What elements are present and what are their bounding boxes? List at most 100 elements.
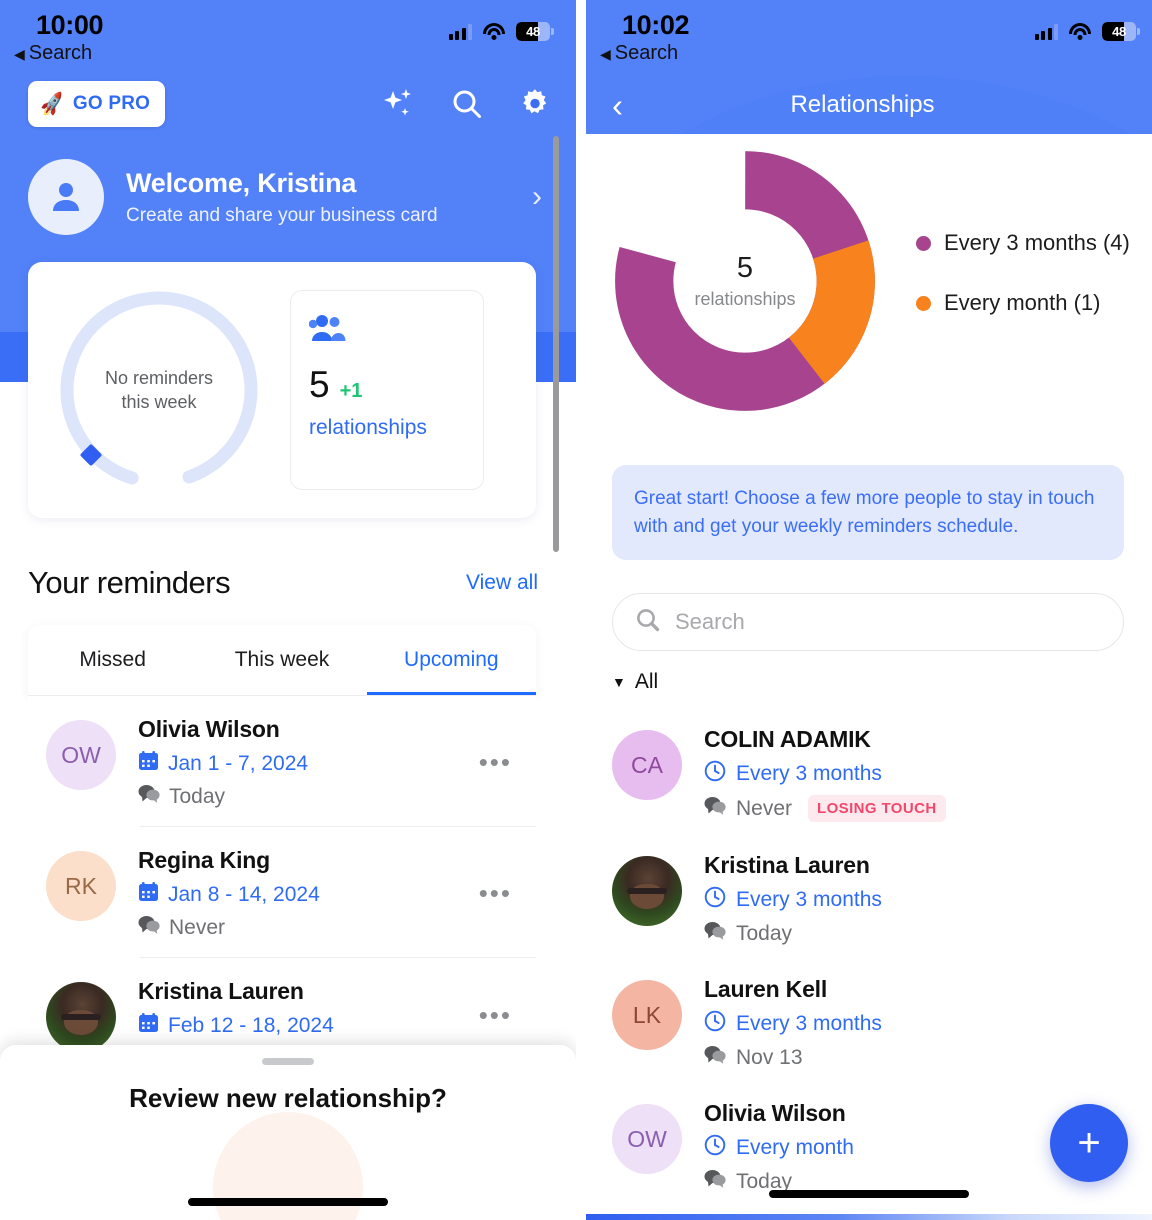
go-pro-label: GO PRO (72, 93, 151, 114)
row-body: Lauren Kell Every 3 months Nov 13 (704, 976, 882, 1070)
date-line: Jan 1 - 7, 2024 (138, 750, 479, 777)
chat-bubbles-icon (704, 1169, 726, 1194)
status-back-to-search[interactable]: ◀ Search (14, 42, 92, 65)
sparkles-icon[interactable] (382, 87, 416, 121)
cellular-signal-icon (1034, 23, 1058, 40)
search-placeholder: Search (675, 609, 745, 634)
chevron-left-icon[interactable]: ‹ (612, 89, 623, 122)
status-indicators: 48 (1034, 22, 1140, 41)
calendar-icon (138, 750, 159, 777)
wifi-icon (1069, 23, 1091, 40)
contact-name: Kristina Lauren (704, 852, 870, 878)
review-relationship-sheet: Review new relationship? (0, 1045, 576, 1220)
date-line: Feb 12 - 18, 2024 (138, 1012, 479, 1039)
chat-bubbles-icon (704, 921, 726, 946)
donut-caption: relationships (694, 289, 796, 309)
sheet-drag-handle[interactable] (262, 1058, 314, 1065)
sheet-title: Review new relationship? (129, 1083, 447, 1113)
legend-dot-orange (916, 295, 931, 311)
contact-name: Olivia Wilson (138, 716, 280, 742)
relationships-delta: +1 (339, 380, 363, 402)
row-menu-icon[interactable]: ••• (479, 880, 518, 907)
battery-icon: 48 (516, 22, 554, 41)
avatar-initials: CA (631, 751, 663, 778)
vertical-scrollbar[interactable] (553, 136, 559, 552)
clock-icon (704, 1134, 726, 1162)
relationships-stat-box[interactable]: 5 +1 relationships (290, 290, 484, 490)
filter-all-dropdown[interactable]: ▼ All (612, 670, 658, 694)
contact-frequency: Every month (736, 1136, 854, 1159)
chevron-right-icon[interactable]: › (532, 180, 542, 214)
right-phone-screen: 10:02 ◀ Search 48 ‹ Relationships 5 rela… (576, 0, 1152, 1220)
contact-frequency: Every 3 months (736, 888, 882, 911)
list-item[interactable]: Kristina Lauren Every 3 months Today (612, 836, 1152, 960)
relationships-count-row: 5 +1 (309, 364, 465, 406)
contact-frequency: Every 3 months (736, 762, 882, 785)
relationships-donut-chart: 5 relationships Every 3 months (4) Every… (586, 140, 1152, 440)
table-row[interactable]: OW Olivia Wilson Jan 1 - 7, 2024 Today •… (28, 696, 536, 827)
tab-this-week[interactable]: This week (197, 625, 366, 695)
legend-label: Every month (1) (944, 290, 1101, 315)
avatar-initials: OW (61, 741, 101, 768)
right-nav-bar: ‹ Relationships (586, 76, 1152, 134)
search-icon[interactable] (450, 87, 484, 121)
bottom-accent-strip (586, 1214, 1152, 1220)
row-body: Olivia Wilson Every month Today (704, 1100, 854, 1194)
header-icon-group (382, 87, 552, 121)
plus-icon: + (1077, 1121, 1101, 1165)
home-indicator (188, 1198, 388, 1206)
tab-this-week-label: This week (234, 648, 330, 671)
last-contact-line: Today (138, 784, 479, 809)
list-item[interactable]: LK Lauren Kell Every 3 months Nov 13 (612, 960, 1152, 1084)
contact-name: Olivia Wilson (704, 1100, 846, 1126)
date-line: Jan 8 - 14, 2024 (138, 881, 479, 908)
legend-label: Every 3 months (4) (944, 230, 1130, 255)
avatar-initials: LK (632, 1001, 662, 1028)
avatar: CA (612, 730, 682, 800)
avatar-initials: OW (627, 1125, 667, 1152)
search-input[interactable]: Search (612, 593, 1124, 651)
ring-label: No reminders this week (56, 287, 262, 493)
tab-upcoming-label: Upcoming (404, 648, 499, 671)
chat-bubbles-icon (138, 915, 160, 940)
last-contact-line: Never (138, 915, 479, 940)
reminders-progress-ring: No reminders this week (56, 287, 262, 493)
legend-item: Every month (1) (916, 290, 1130, 316)
frequency-line: Every 3 months (704, 760, 946, 788)
add-relationship-button[interactable]: + (1050, 1104, 1128, 1182)
chart-legend: Every 3 months (4) Every month (1) (916, 230, 1130, 350)
list-item[interactable]: CA COLIN ADAMIK Every 3 months Never LOS… (612, 710, 1152, 836)
page-title: Relationships (790, 91, 935, 118)
tabs-row: Missed This week Upcoming (28, 625, 536, 695)
page-title: Your reminders (28, 565, 231, 600)
calendar-icon (138, 1012, 159, 1039)
left-status-bar: 10:00 ◀ Search 48 (0, 0, 576, 72)
gear-icon[interactable] (518, 87, 552, 121)
tab-missed[interactable]: Missed (28, 625, 197, 695)
stats-card: No reminders this week 5 +1 relationship… (28, 262, 536, 518)
avatar (46, 982, 116, 1052)
legend-dot-purple (916, 235, 931, 251)
table-row[interactable]: RK Regina King Jan 8 - 14, 2024 Never ••… (28, 827, 536, 958)
clock-icon (704, 1010, 726, 1038)
user-avatar-placeholder (28, 159, 104, 235)
last-contact: Today (169, 784, 226, 808)
welcome-banner[interactable]: Welcome, Kristina Create and share your … (28, 158, 548, 236)
calendar-icon (138, 881, 159, 908)
contact-frequency: Every 3 months (736, 1012, 882, 1035)
contact-name: Lauren Kell (704, 976, 828, 1002)
status-back-to-search[interactable]: ◀ Search (600, 42, 678, 65)
status-time: 10:00 (36, 10, 104, 40)
row-menu-icon[interactable]: ••• (479, 749, 518, 776)
status-back-label: Search (28, 42, 93, 64)
tab-upcoming[interactable]: Upcoming (366, 625, 536, 695)
row-body: Regina King Jan 8 - 14, 2024 Never (138, 847, 479, 940)
avatar: RK (46, 851, 116, 921)
right-status-bar: 10:02 ◀ Search 48 (586, 0, 1152, 72)
avatar: OW (612, 1104, 682, 1174)
status-back-label: Search (614, 42, 679, 64)
go-pro-button[interactable]: 🚀 GO PRO (28, 81, 166, 127)
view-all-link[interactable]: View all (466, 571, 538, 595)
row-menu-icon[interactable]: ••• (479, 1001, 518, 1028)
people-group-icon (308, 313, 465, 348)
